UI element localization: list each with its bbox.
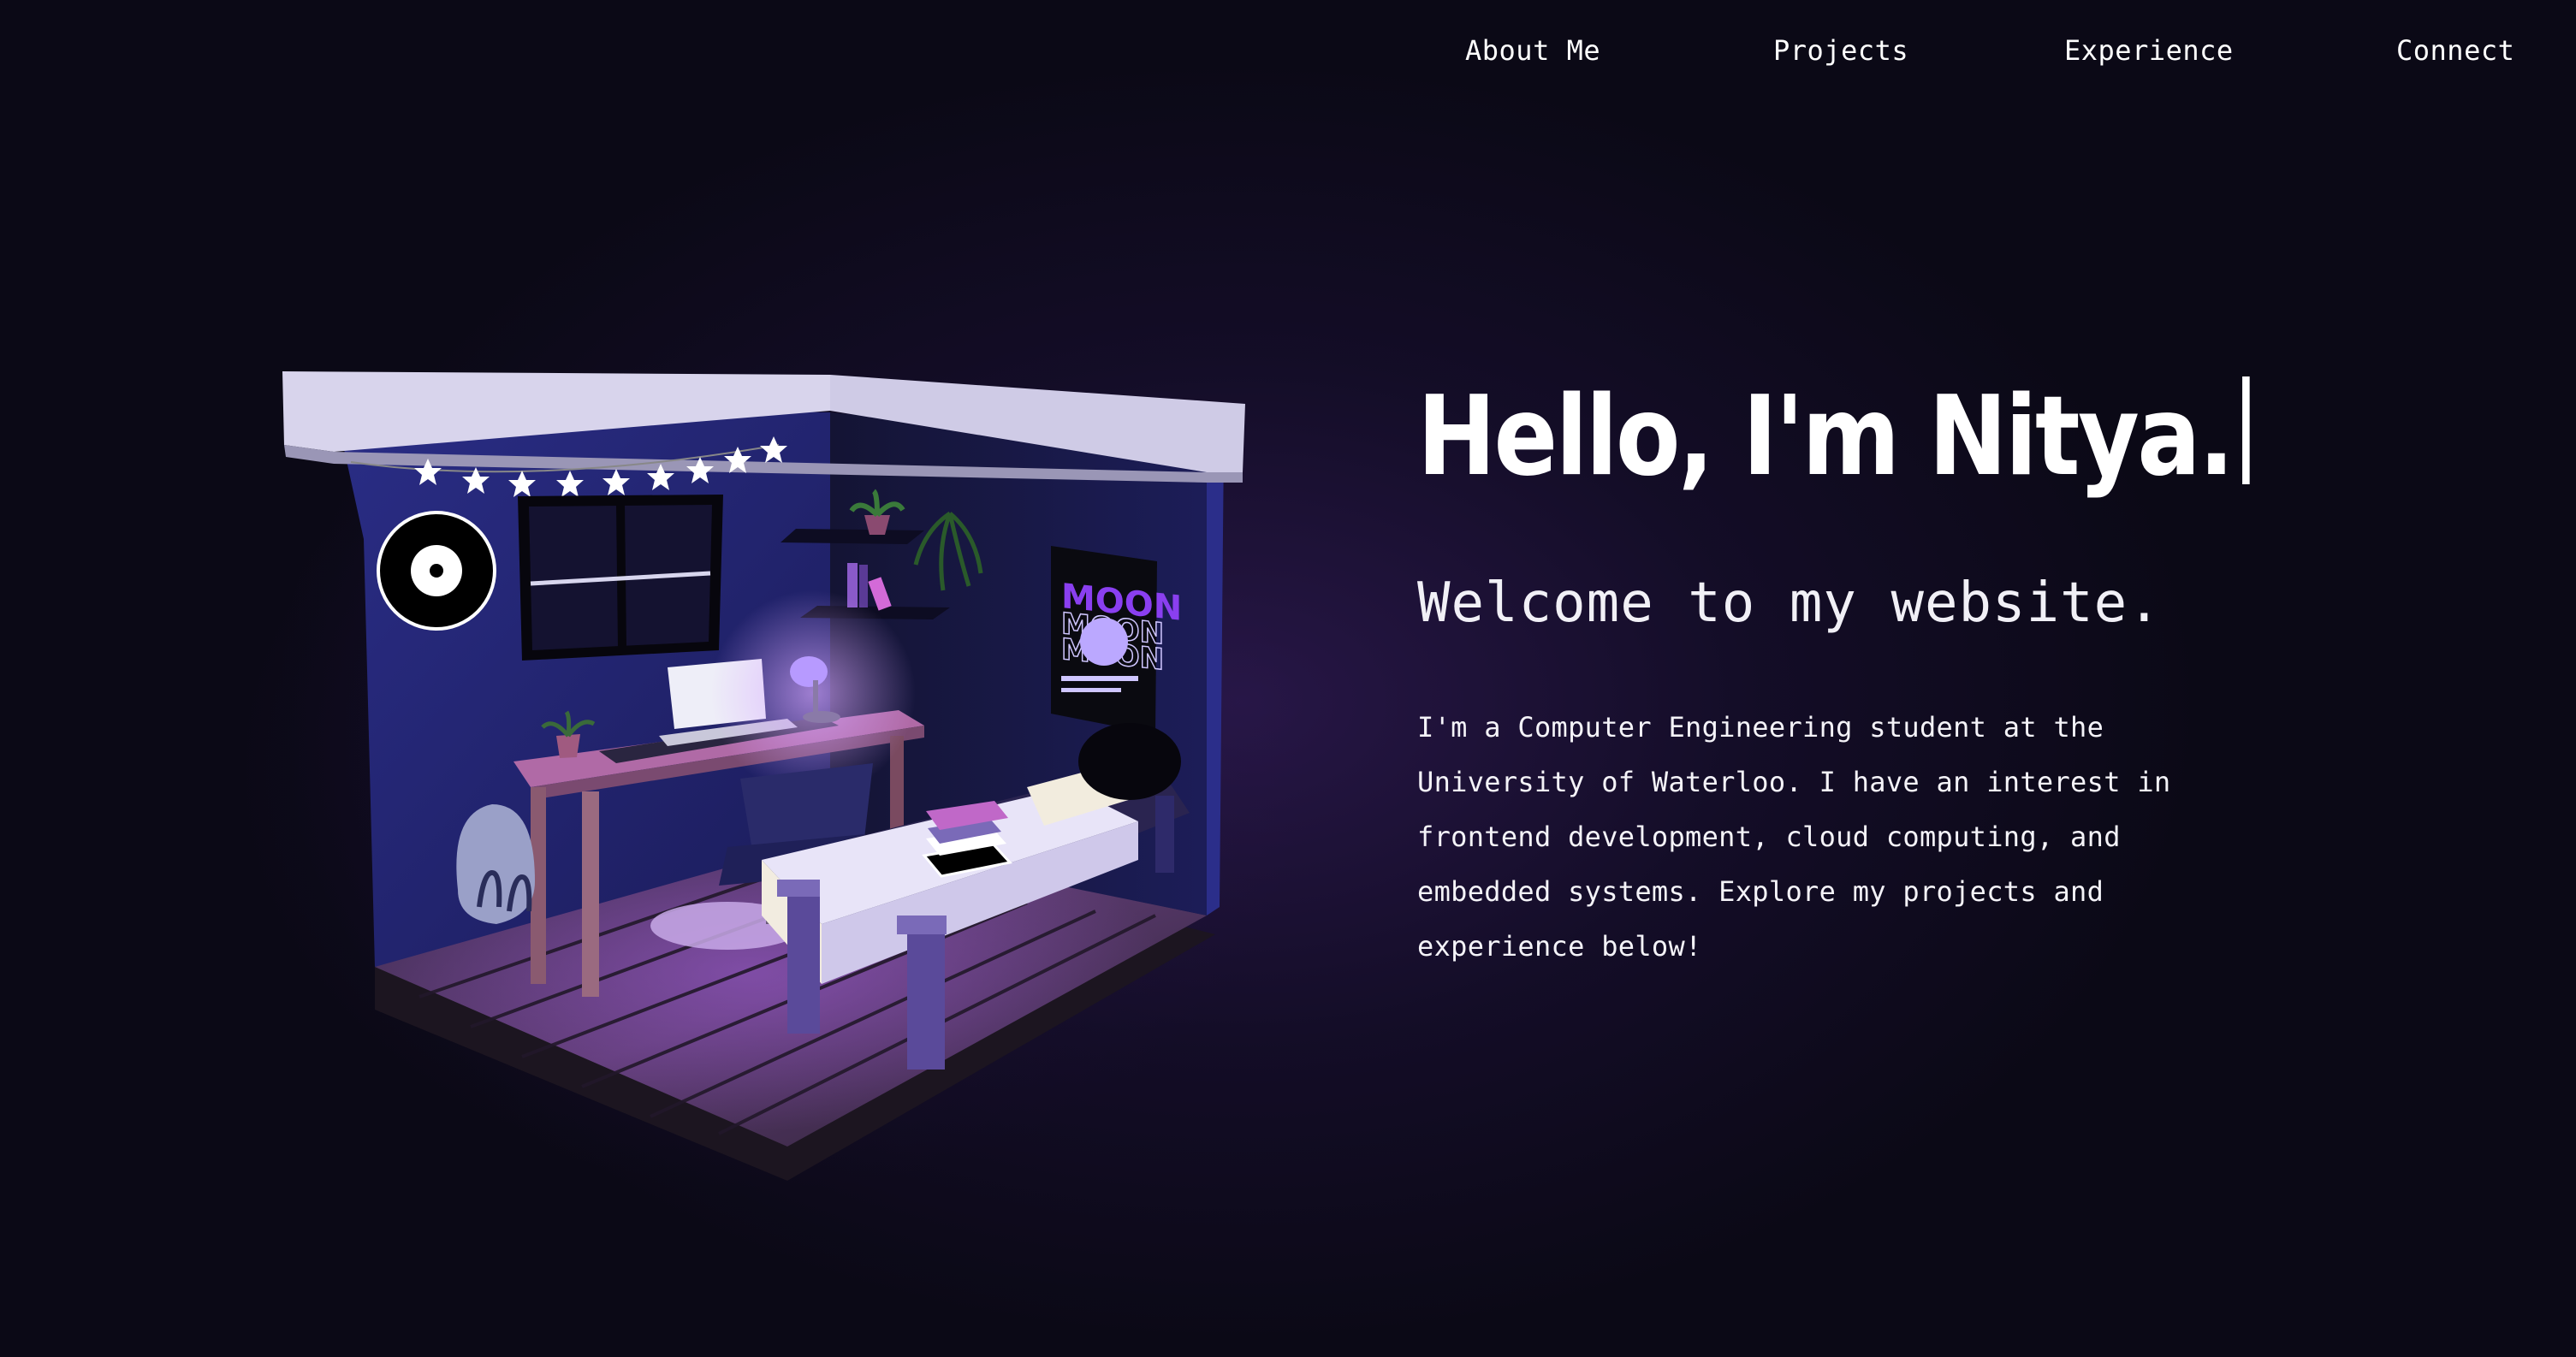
vinyl-record-icon [377, 511, 496, 631]
nav-link-about-me[interactable]: About Me [1465, 34, 1600, 67]
hero-bio: I'm a Computer Engineering student at th… [1417, 711, 2171, 963]
window [518, 495, 723, 661]
nav-link-connect[interactable]: Connect [2396, 34, 2514, 67]
top-nav: About Me Projects Experience Connect [0, 34, 2576, 77]
book-stack [922, 801, 1012, 878]
nav-link-projects[interactable]: Projects [1773, 34, 1908, 67]
headline-text: Hello, I'm Nitya. [1417, 373, 2235, 501]
typing-cursor [2242, 376, 2250, 484]
room-scene: MOON MOON MOON [282, 371, 1245, 1181]
hero-headline: Hello, I'm Nitya. [1417, 376, 2250, 492]
desk-lamp [790, 656, 828, 687]
hero-subheadline: Welcome to my website. [1417, 572, 2162, 635]
isometric-room-illustration: MOON MOON MOON [274, 359, 1258, 1206]
backpack [456, 804, 535, 924]
nav-link-experience[interactable]: Experience [2064, 34, 2234, 67]
